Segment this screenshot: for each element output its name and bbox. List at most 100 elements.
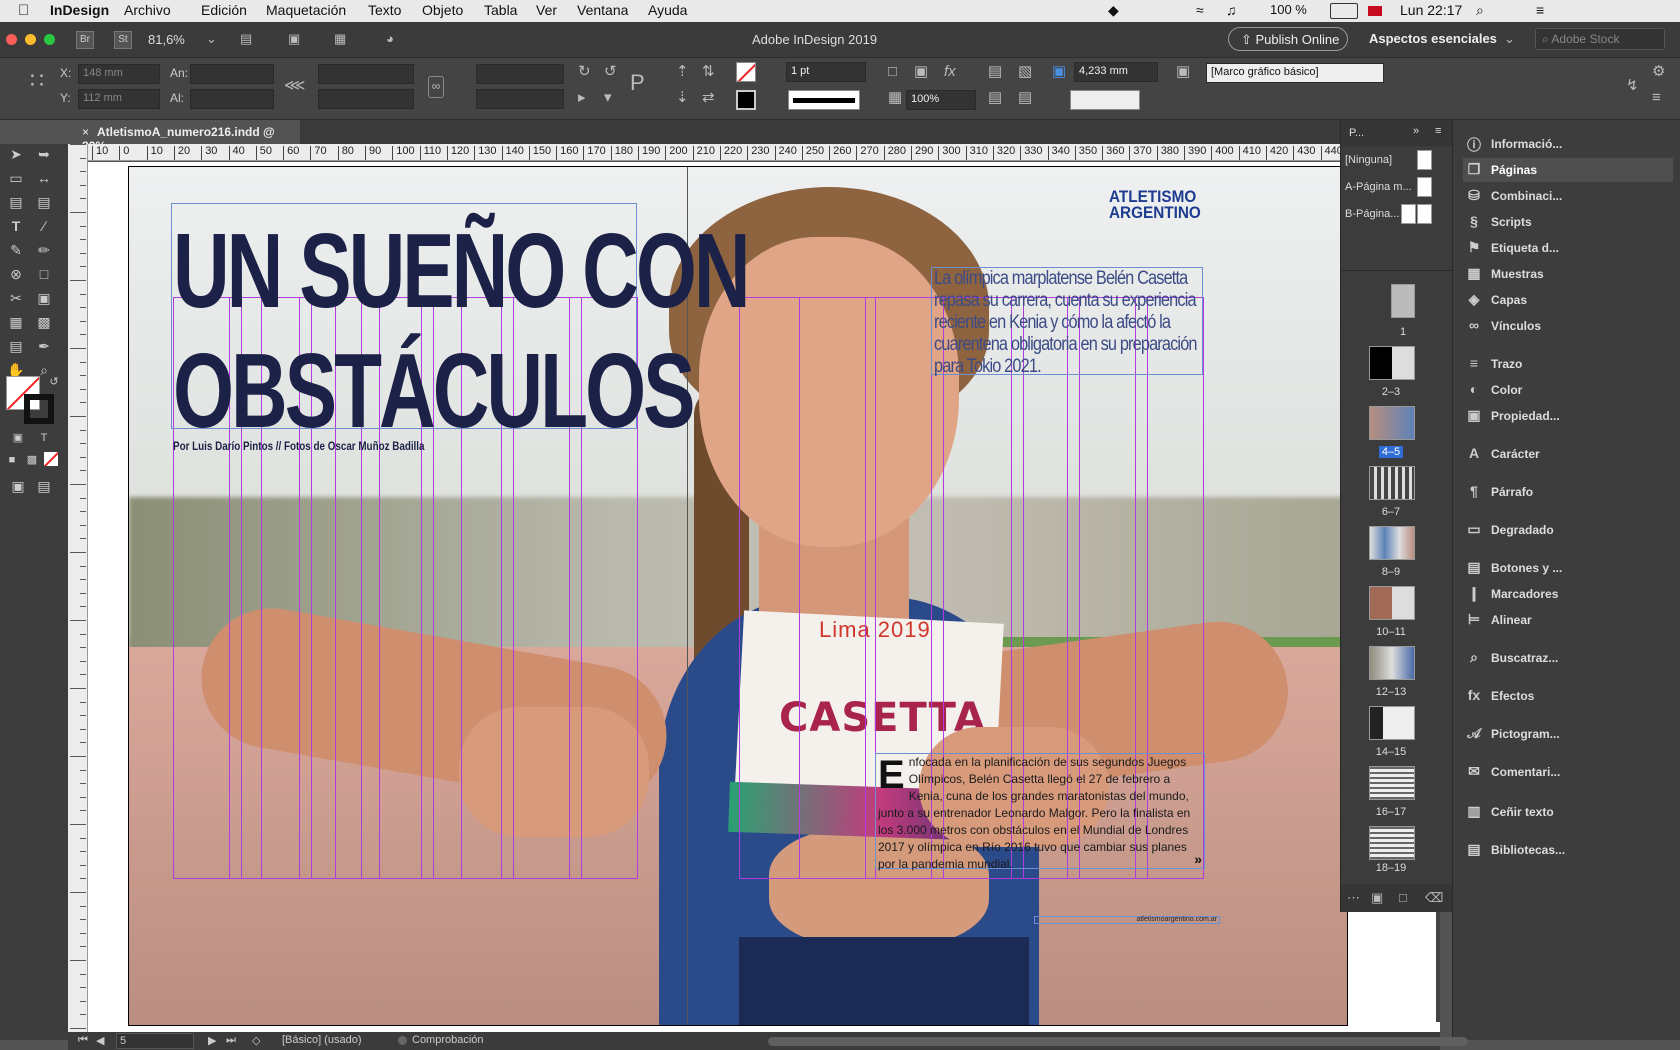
panel-character[interactable]: A Carácter (1463, 442, 1673, 466)
frame-fitting-icon[interactable]: □ (888, 64, 897, 79)
panel-libraries[interactable]: ▤ Bibliotecas... (1463, 838, 1673, 862)
page-thumb-8-9[interactable] (1369, 526, 1415, 560)
vertical-ruler[interactable] (68, 144, 88, 1040)
apply-gradient-icon[interactable]: ▩ (22, 450, 42, 470)
panel-scripts[interactable]: § Scripts (1463, 210, 1673, 234)
gap-tool-icon[interactable]: ↔ (34, 168, 54, 188)
page-spread[interactable]: Lima 2019 CASETTA UN SUEÑO CON OBSTÁCULO… (128, 166, 1348, 1026)
stroke-weight-field[interactable]: 1 pt (786, 62, 866, 82)
auto-fit-icon[interactable]: ▣ (1052, 64, 1066, 79)
page-thumb-4-5[interactable] (1369, 406, 1415, 440)
delete-page-icon[interactable]: ⌫ (1425, 890, 1443, 906)
page-thumb-18-19[interactable] (1369, 826, 1415, 860)
panel-paragraph[interactable]: ¶ Párrafo (1463, 480, 1673, 504)
formatting-text-icon[interactable]: T (34, 428, 54, 448)
apply-color-icon[interactable]: ■ (2, 450, 22, 470)
rectangle-frame-tool-icon[interactable]: ⊗ (6, 264, 26, 284)
page-label-12-13[interactable]: 12–13 (1361, 686, 1421, 698)
panel-script-label[interactable]: ⚑ Etiqueta d... (1463, 236, 1673, 260)
previous-page-icon[interactable]: ◀ (96, 1034, 104, 1047)
master-a-thumb[interactable] (1417, 177, 1432, 197)
menu-edicion[interactable]: Edición (201, 2, 247, 18)
select-content-icon[interactable]: ⇅ (702, 64, 715, 79)
publish-online-button[interactable]: ⇧ Publish Online (1228, 27, 1348, 51)
menu-tabla[interactable]: Tabla (484, 2, 517, 18)
menu-ayuda[interactable]: Ayuda (648, 2, 687, 18)
view-mode-normal-icon[interactable]: ▣ (8, 476, 28, 496)
master-b[interactable]: B-Página... (1345, 208, 1399, 220)
zoom-level[interactable]: 81,6% (148, 32, 185, 47)
flag-icon[interactable] (1368, 6, 1382, 16)
direct-selection-tool-icon[interactable]: ➥ (34, 144, 54, 164)
dropbox-icon[interactable]: ◆ (1108, 2, 1119, 19)
body-text-frame[interactable]: Enfocada en la planificación de sus segu… (875, 753, 1205, 871)
screen-mode-icon[interactable]: ▤ (34, 476, 54, 496)
adobe-stock-search[interactable]: ⌕ Adobe Stock (1535, 28, 1665, 50)
reference-point-icon[interactable]: ∷ (24, 70, 50, 96)
page-thumb-6-7[interactable] (1369, 466, 1415, 500)
menu-archivo[interactable]: Archivo (124, 2, 171, 18)
menu-app[interactable]: InDesign (50, 2, 109, 18)
text-wrap-none-icon[interactable]: ▤ (988, 64, 1002, 79)
pen-tool-icon[interactable]: ✎ (6, 240, 26, 260)
page-thumb-16-17[interactable] (1369, 766, 1415, 800)
flip-vertical-icon[interactable]: ▾ (604, 90, 612, 105)
page-thumb-1[interactable] (1391, 284, 1415, 318)
scale-x-field[interactable] (318, 64, 414, 84)
height-field[interactable] (190, 89, 274, 109)
master-a[interactable]: A-Página m... (1345, 181, 1412, 193)
intro-text-frame[interactable]: La olímpica marplatense Belén Casetta re… (931, 267, 1203, 377)
panel-color[interactable]: ◐ Color (1463, 378, 1673, 402)
panel-find[interactable]: ⌕ Buscatraz... (1463, 646, 1673, 670)
panel-text-wrap[interactable]: ▥ Ceñir texto (1463, 800, 1673, 824)
horizontal-ruler[interactable]: 10 0 10 20 30 40 50 60 70 80 90 100 110 120 130 140 150 1… (88, 144, 1440, 161)
frame-preview[interactable] (1070, 90, 1140, 110)
offset-field[interactable]: 4,233 mm (1074, 62, 1158, 82)
note-tool-icon[interactable]: ▤ (6, 336, 26, 356)
formatting-container-icon[interactable]: ▣ (8, 428, 28, 448)
preflight-status[interactable]: Comprobación (412, 1034, 484, 1046)
horizontal-scrollbar[interactable] (768, 1037, 1468, 1046)
battery-label[interactable]: 100 % (1270, 2, 1307, 17)
rectangle-tool-icon[interactable]: □ (34, 264, 54, 284)
object-style-icon[interactable]: ▣ (1176, 64, 1190, 79)
wifi-icon[interactable]: ≈ (1196, 2, 1204, 18)
page-thumb-12-13[interactable] (1369, 646, 1415, 680)
panel-comments[interactable]: ✉ Comentari... (1463, 760, 1673, 784)
align-center-icon[interactable]: ▤ (988, 90, 1002, 105)
settings-gear-icon[interactable]: ⚙ (1652, 64, 1665, 79)
zoom-window-icon[interactable] (44, 34, 55, 45)
page-tool-icon[interactable]: ▭ (6, 168, 26, 188)
close-tab-icon[interactable]: × (82, 125, 89, 139)
rotate-field[interactable] (476, 64, 564, 84)
page-thumb-10-11[interactable] (1369, 586, 1415, 620)
panel-properties[interactable]: ▣ Propiedad... (1463, 404, 1673, 428)
panel-gradient[interactable]: ▭ Degradado (1463, 518, 1673, 542)
flip-horizontal-icon[interactable]: ▸ (578, 90, 586, 105)
text-wrap-bbox-icon[interactable]: ▧ (1018, 64, 1032, 79)
next-page-icon[interactable]: ▶ (208, 1034, 216, 1047)
stroke-type-select[interactable] (788, 90, 860, 110)
apply-none-icon[interactable] (44, 452, 58, 466)
footer-url[interactable]: atletismoargentino.com.ar (1034, 916, 1220, 924)
panel-menu-icon[interactable]: ≡ (1652, 90, 1661, 105)
object-style-select[interactable]: [Marco gráfico básico] (1206, 63, 1384, 83)
gradient-swatch-tool-icon[interactable]: ▦ (6, 312, 26, 332)
page-thumb-14-15[interactable] (1369, 706, 1415, 740)
volume-icon[interactable]: ♫ (1226, 2, 1237, 18)
headline[interactable]: UN SUEÑO CON OBSTÁCULOS (173, 211, 751, 451)
apple-icon[interactable]:  (18, 2, 29, 19)
page-label-2-3[interactable]: 2–3 (1361, 386, 1421, 398)
page-thumb-2-3[interactable] (1369, 346, 1415, 380)
last-page-icon[interactable]: ⏭ (226, 1034, 236, 1047)
master-none[interactable]: [Ninguna] (1345, 154, 1392, 166)
opacity-icon[interactable]: ▦ (888, 90, 902, 105)
spotlight-search-icon[interactable]: ⌕ (1476, 2, 1484, 19)
menu-ventana[interactable]: Ventana (577, 2, 628, 18)
collapse-panel-icon[interactable]: » (1413, 125, 1419, 137)
rotate-cw-icon[interactable]: ↻ (578, 64, 591, 79)
workspace-switcher[interactable]: Aspectos esenciales (1369, 31, 1497, 46)
content-placer-icon[interactable]: ▤ (34, 192, 54, 212)
panel-merge[interactable]: ⛁ Combinaci... (1463, 184, 1673, 208)
select-previous-icon[interactable]: ⇣ (676, 90, 689, 105)
